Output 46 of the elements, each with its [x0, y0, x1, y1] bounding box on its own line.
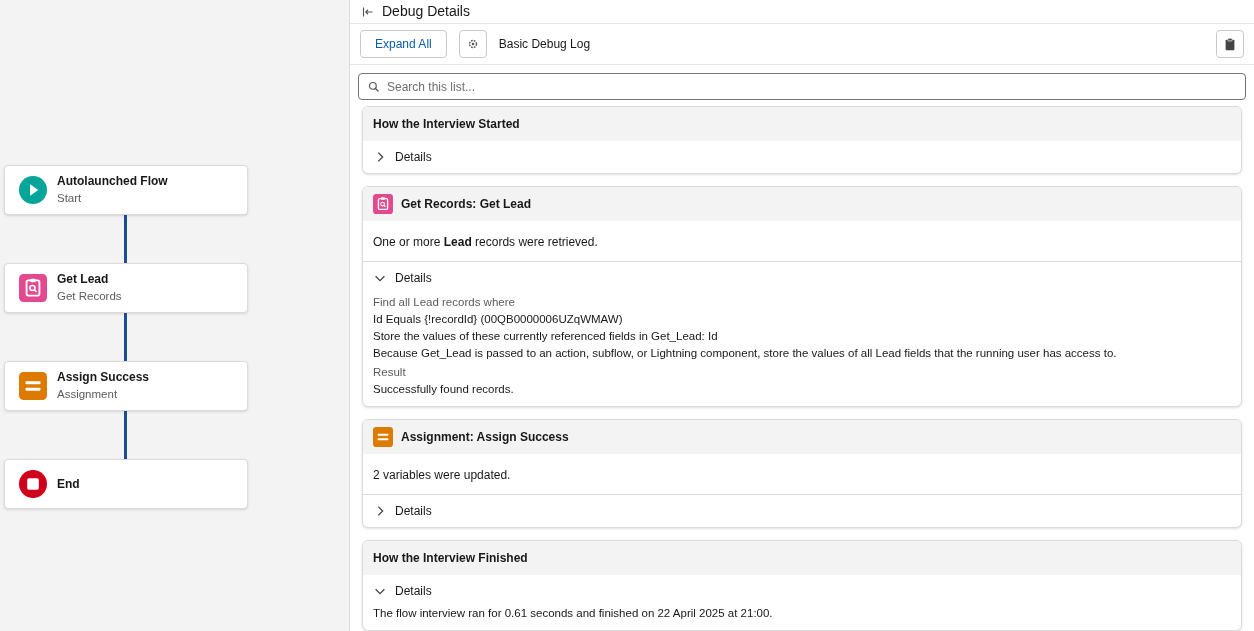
- collapse-icon[interactable]: [362, 5, 374, 18]
- node-title: Autolaunched Flow: [57, 173, 168, 191]
- connector-line: [124, 313, 127, 361]
- node-subtitle: Assignment: [57, 387, 119, 403]
- settings-button[interactable]: [458, 30, 487, 58]
- section-title: Assignment: Assign Success: [401, 429, 569, 446]
- node-title: Get Lead: [57, 271, 110, 289]
- connector-line: [124, 411, 127, 459]
- details-toggle[interactable]: Details: [373, 581, 432, 601]
- section-title: Get Records: Get Lead: [401, 196, 532, 213]
- detail-text: The flow interview ran for 0.61 seconds and finished on 22 April 2025 at 21:00.: [373, 606, 774, 621]
- detail-label: Result: [373, 365, 407, 380]
- detail-text: Because Get_Lead is passed to an action, subflow, or Lightning component, store the values of all Lead fields that the running user has access to.: [373, 346, 1118, 361]
- flow-node[interactable]: Get Lead Get Records: [4, 263, 248, 313]
- section-summary: 2 variables were updated.: [373, 468, 511, 482]
- equals-icon: [19, 372, 47, 400]
- clipboard-button[interactable]: [1216, 30, 1244, 58]
- details-toggle[interactable]: Details: [373, 501, 432, 521]
- details-toggle[interactable]: Details: [373, 147, 432, 167]
- detail-label: Find all Lead records where: [373, 295, 516, 310]
- panel-title: Debug Details: [382, 2, 470, 21]
- flow-node[interactable]: End: [4, 459, 248, 509]
- flow-node[interactable]: Assign Success Assignment: [4, 361, 248, 411]
- section-title: How the Interview Finished: [373, 550, 528, 567]
- equals-icon: [373, 427, 393, 447]
- detail-text: Store the values of these currently referenced fields in Get_Lead: Id: [373, 329, 719, 344]
- clipboard-icon: [1223, 37, 1237, 51]
- connector-line: [124, 215, 127, 263]
- search-field[interactable]: Search this list...: [358, 73, 1246, 100]
- flow-node[interactable]: Autolaunched Flow Start: [4, 165, 248, 215]
- detail-text: Successfully found records.: [373, 382, 515, 397]
- node-title: Assign Success: [57, 369, 150, 387]
- expand-all-button[interactable]: Expand All: [360, 30, 447, 58]
- section-title: How the Interview Started: [373, 116, 520, 133]
- play-icon: [19, 176, 47, 204]
- node-subtitle: Get Records: [57, 289, 122, 305]
- node-title: End: [57, 476, 80, 493]
- node-subtitle: Start: [57, 191, 83, 207]
- detail-text: Id Equals {!recordId} (00QB0000006UZqWMAW): [373, 312, 624, 327]
- log-level-label: Basic Debug Log: [498, 36, 591, 53]
- clipboard-search-icon: [373, 194, 393, 214]
- search-icon: [368, 80, 380, 93]
- section-summary: One or more Lead records were retrieved.: [373, 235, 598, 249]
- stop-icon: [19, 470, 47, 498]
- details-toggle[interactable]: Details: [373, 268, 432, 288]
- clipboard-search-icon: [19, 274, 47, 302]
